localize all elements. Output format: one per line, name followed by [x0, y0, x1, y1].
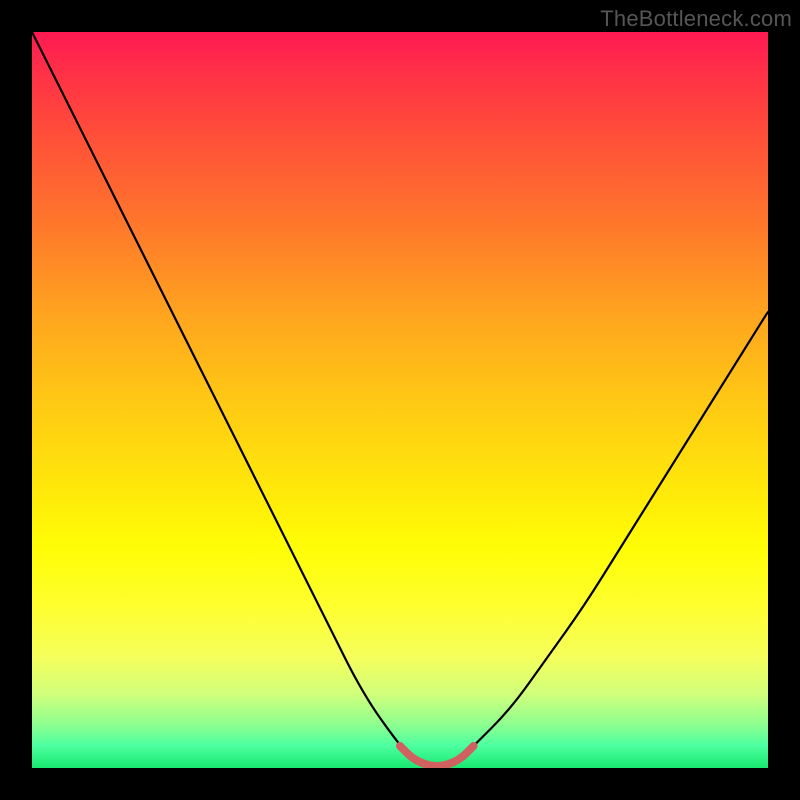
chart-container: TheBottleneck.com: [0, 0, 800, 800]
watermark-text: TheBottleneck.com: [600, 6, 792, 32]
bottleneck-curve-path: [32, 32, 768, 766]
optimal-range-highlight-path: [400, 746, 474, 766]
plot-area: [32, 32, 768, 768]
chart-svg: [32, 32, 768, 768]
